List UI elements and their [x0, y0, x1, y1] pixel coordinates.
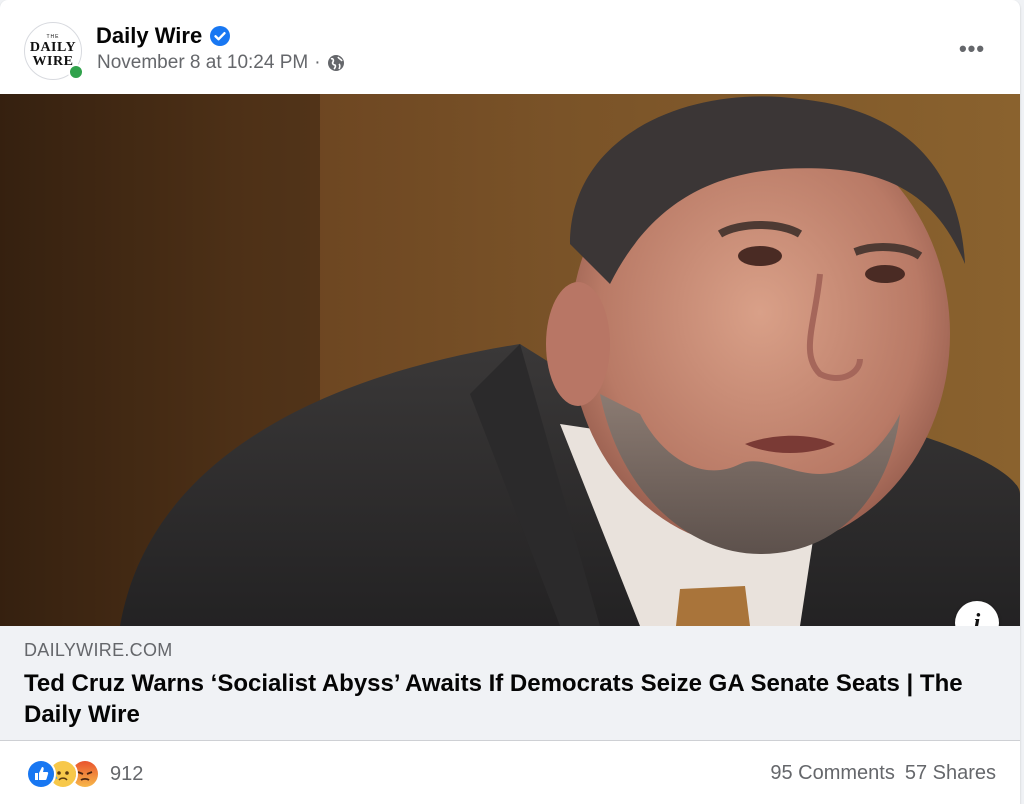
engagement-bar: 912 95 Comments 57 Shares	[0, 741, 1020, 804]
reaction-count[interactable]: 912	[110, 763, 143, 786]
reactions-summary[interactable]: 912	[26, 759, 143, 789]
logo-line-1: DAILY	[29, 39, 77, 55]
post-meta: November 8 at 10:24 PM ·	[97, 52, 345, 74]
page-name: Daily Wire	[96, 23, 231, 49]
link-preview[interactable]: DAILYWIRE.COM Ted Cruz Warns ‘Socialist …	[0, 626, 1020, 741]
more-options-button[interactable]: •••	[952, 34, 992, 64]
like-icon	[26, 759, 56, 789]
post-header: THE DAILY WIRE Daily Wire November 8 at …	[0, 0, 1020, 94]
page-name-link[interactable]: Daily Wire	[96, 23, 202, 49]
link-title[interactable]: Ted Cruz Warns ‘Socialist Abyss’ Awaits …	[24, 668, 984, 730]
photo-image	[0, 94, 1020, 626]
post-photo[interactable]	[0, 94, 1020, 626]
link-domain: DAILYWIRE.COM	[24, 640, 173, 660]
shares-count[interactable]: 57 Shares	[905, 762, 996, 785]
logo-line-2: WIRE	[32, 53, 74, 69]
globe-icon[interactable]	[327, 54, 345, 72]
logo-small-text: THE	[46, 33, 60, 40]
engagement-counts: 95 Comments 57 Shares	[770, 762, 996, 785]
meta-separator: ·	[314, 52, 321, 73]
more-options-icon: •••	[958, 36, 986, 61]
verified-badge-icon	[210, 26, 231, 46]
online-status-dot	[68, 64, 84, 80]
post-card: THE DAILY WIRE Daily Wire November 8 at …	[0, 0, 1020, 804]
comments-count[interactable]: 95 Comments	[770, 762, 895, 785]
post-timestamp[interactable]: November 8 at 10:24 PM	[97, 52, 308, 74]
